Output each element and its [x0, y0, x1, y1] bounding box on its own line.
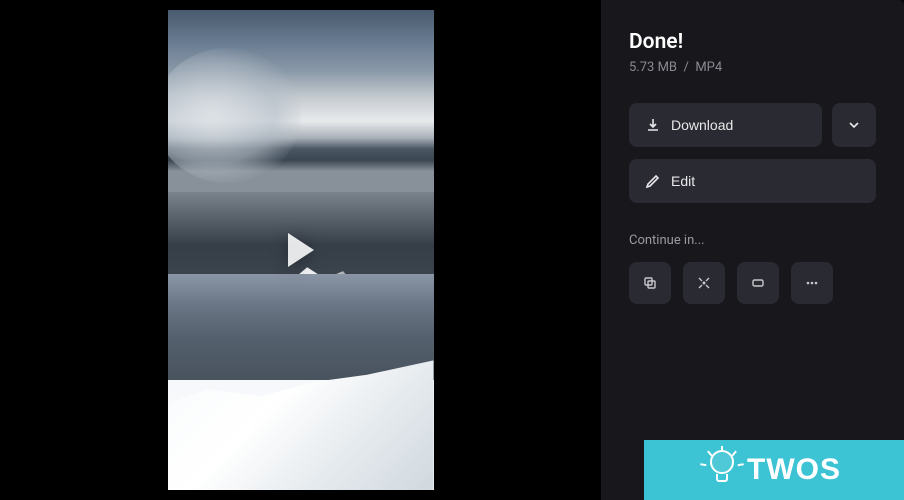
watermark: TWOS — [644, 440, 904, 500]
file-format: MP4 — [695, 60, 722, 75]
app-container: Done! 5.73 MB / MP4 Download — [0, 0, 904, 500]
compress-icon — [696, 275, 712, 291]
crop-icon — [750, 275, 766, 291]
download-button[interactable]: Download — [629, 103, 822, 147]
chevron-down-icon — [847, 118, 861, 132]
download-icon — [645, 117, 661, 133]
details-sidebar: Done! 5.73 MB / MP4 Download — [601, 0, 904, 500]
continue-actions — [629, 262, 876, 304]
video-preview-area — [0, 0, 601, 500]
bulb-icon — [707, 450, 737, 490]
copy-icon — [642, 275, 658, 291]
more-button[interactable] — [791, 262, 833, 304]
watermark-text: TWOS — [747, 453, 841, 487]
edit-button[interactable]: Edit — [629, 159, 876, 203]
file-size: 5.73 MB — [629, 60, 677, 75]
video-thumbnail[interactable] — [168, 10, 434, 490]
copy-button[interactable] — [629, 262, 671, 304]
more-icon — [804, 275, 820, 291]
edit-label: Edit — [671, 173, 695, 189]
play-icon[interactable] — [288, 233, 314, 267]
status-title: Done! — [629, 30, 876, 54]
continue-label: Continue in... — [629, 233, 876, 248]
pencil-icon — [645, 173, 661, 189]
download-options-button[interactable] — [832, 103, 876, 147]
crop-button[interactable] — [737, 262, 779, 304]
download-label: Download — [671, 117, 733, 133]
file-meta: 5.73 MB / MP4 — [629, 60, 876, 75]
compress-button[interactable] — [683, 262, 725, 304]
